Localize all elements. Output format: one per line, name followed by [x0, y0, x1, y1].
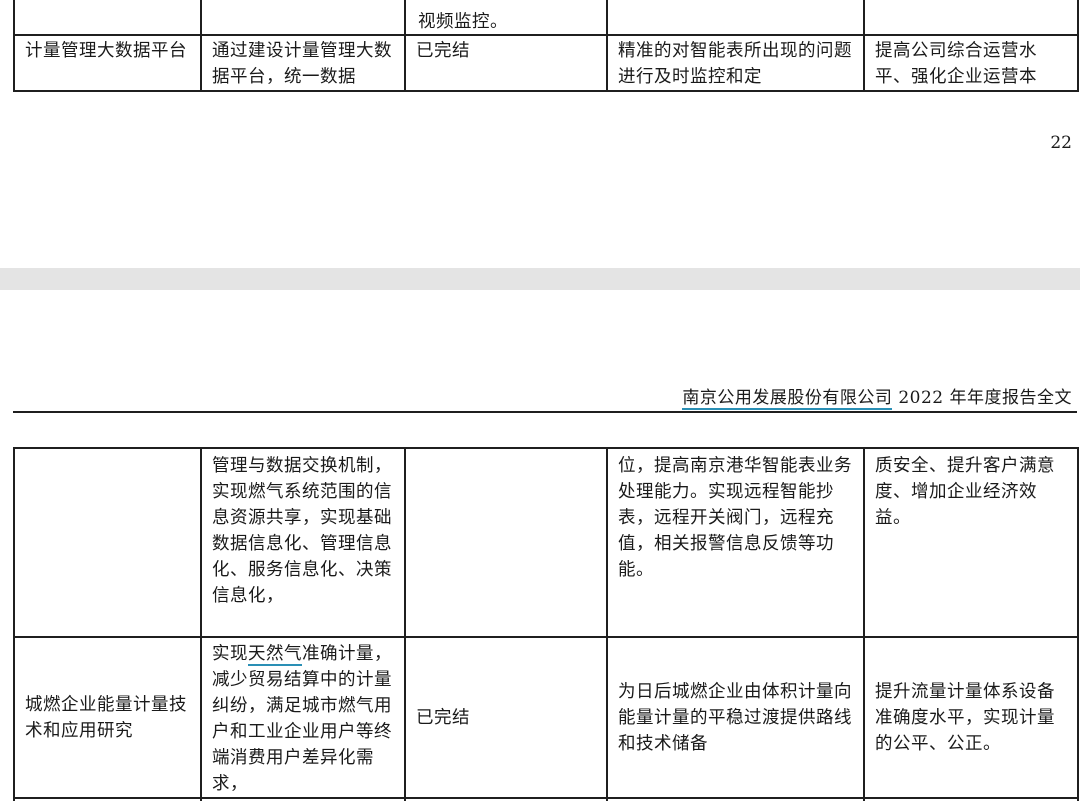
table-row: 视频监控。 [13, 0, 1079, 36]
cell-text: 视频监控。 [418, 12, 508, 32]
table-row: 管理与数据交换机制，实现燃气系统范围的信息资源共享，实现基础数据信息化、管理信息… [13, 447, 1079, 638]
project-impact-cell: 质安全、提升客户满意度、增加企业经济效益。 [863, 447, 1079, 638]
project-name-cell: 计量管理大数据平台 [13, 34, 202, 92]
rd-projects-table-continued: 视频监控。 计量管理大数据平台 通过建设计量管理大数据平台，统一数据 已完结 精… [13, 0, 1079, 92]
purpose-text: 实现 [212, 644, 248, 664]
project-goal-cell: 位，提高南京港华智能表业务处理能力。实现远程智能抄表，远程开关阀门，远程充值，相… [606, 447, 865, 638]
project-impact-cell: 提高公司综合运营水平、强化企业运营本 [863, 34, 1079, 92]
table-cell [606, 0, 865, 36]
project-progress-cell [404, 447, 608, 638]
project-goal-cell: 为日后城燃企业由体积计量向能量计量的平稳过渡提供路线和技术储备 [606, 636, 865, 799]
table-cell: 视频监控。 [404, 0, 608, 36]
header-divider [13, 411, 1077, 413]
company-name-link[interactable]: 南京公用发展股份有限公司 [682, 388, 893, 410]
purpose-text: 准确计量，减少贸易结算中的计量纠纷，满足城市燃气用户和工业企业用户等终端消费用户… [212, 644, 392, 794]
table-cell [863, 0, 1079, 36]
page-separator [0, 268, 1080, 290]
table-cell [13, 0, 202, 36]
table-row: 城燃企业能量计量技术和应用研究 实现天然气准确计量，减少贸易结算中的计量纠纷，满… [13, 636, 1079, 799]
running-header: 南京公用发展股份有限公司 2022 年年度报告全文 [682, 383, 1072, 410]
page-22: 视频监控。 计量管理大数据平台 通过建设计量管理大数据平台，统一数据 已完结 精… [0, 0, 1080, 268]
table-row: 计量管理大数据平台 通过建设计量管理大数据平台，统一数据 已完结 精准的对智能表… [13, 34, 1079, 92]
table-cell [200, 0, 406, 36]
page-23: 南京公用发展股份有限公司 2022 年年度报告全文 管理与数据交换机制，实现燃气… [0, 290, 1080, 801]
highlighted-term-link[interactable]: 天然气 [248, 644, 302, 666]
project-progress-cell: 已完结 [404, 636, 608, 799]
project-purpose-cell: 通过建设计量管理大数据平台，统一数据 [200, 34, 406, 92]
project-purpose-cell: 实现天然气准确计量，减少贸易结算中的计量纠纷，满足城市燃气用户和工业企业用户等终… [200, 636, 406, 799]
report-title: 2022 年年度报告全文 [892, 388, 1072, 408]
project-purpose-cell: 管理与数据交换机制，实现燃气系统范围的信息资源共享，实现基础数据信息化、管理信息… [200, 447, 406, 638]
project-goal-cell: 精准的对智能表所出现的问题进行及时监控和定 [606, 34, 865, 92]
project-impact-cell: 提升流量计量体系设备准确度水平，实现计量的公平、公正。 [863, 636, 1079, 799]
rd-projects-table: 管理与数据交换机制，实现燃气系统范围的信息资源共享，实现基础数据信息化、管理信息… [13, 447, 1079, 801]
project-name-cell [13, 447, 202, 638]
project-progress-cell: 已完结 [404, 34, 608, 92]
project-name-cell: 城燃企业能量计量技术和应用研究 [13, 636, 202, 799]
page-number: 22 [1050, 133, 1072, 153]
